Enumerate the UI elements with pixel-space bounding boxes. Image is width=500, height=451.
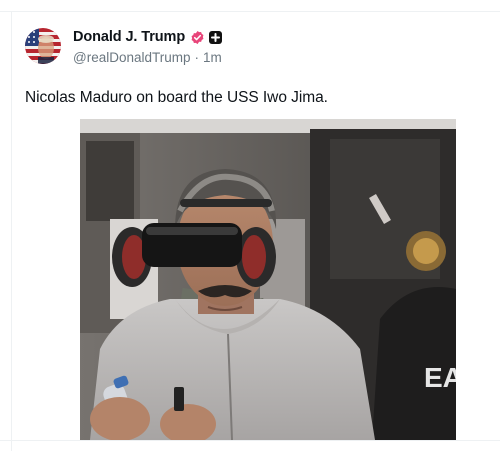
separator-dot: · [194,50,200,65]
timestamp[interactable]: 1m [203,50,222,66]
top-divider [0,11,500,12]
handle[interactable]: @realDonaldTrump [73,50,191,66]
avatar[interactable] [25,28,61,64]
bottom-divider [0,440,500,441]
left-divider [11,11,12,451]
shirt-lettering: EA [424,362,456,393]
display-name[interactable]: Donald J. Trump [73,29,185,45]
plus-square-icon [209,30,223,44]
verified-badge-icon [190,30,205,45]
handle-row: @realDonaldTrump · 1m [73,50,222,66]
post-header: Donald J. Trump @realDonaldTrump · 1m [73,28,223,66]
post-text: Nicolas Maduro on board the USS Iwo Jima… [25,89,328,106]
avatar-image [25,28,61,64]
post-image[interactable]: EA [80,119,456,440]
name-row: Donald J. Trump [73,28,223,46]
post-card[interactable]: Donald J. Trump @realDonaldTrump · 1m Ni… [0,0,500,451]
photo: EA [80,119,456,440]
